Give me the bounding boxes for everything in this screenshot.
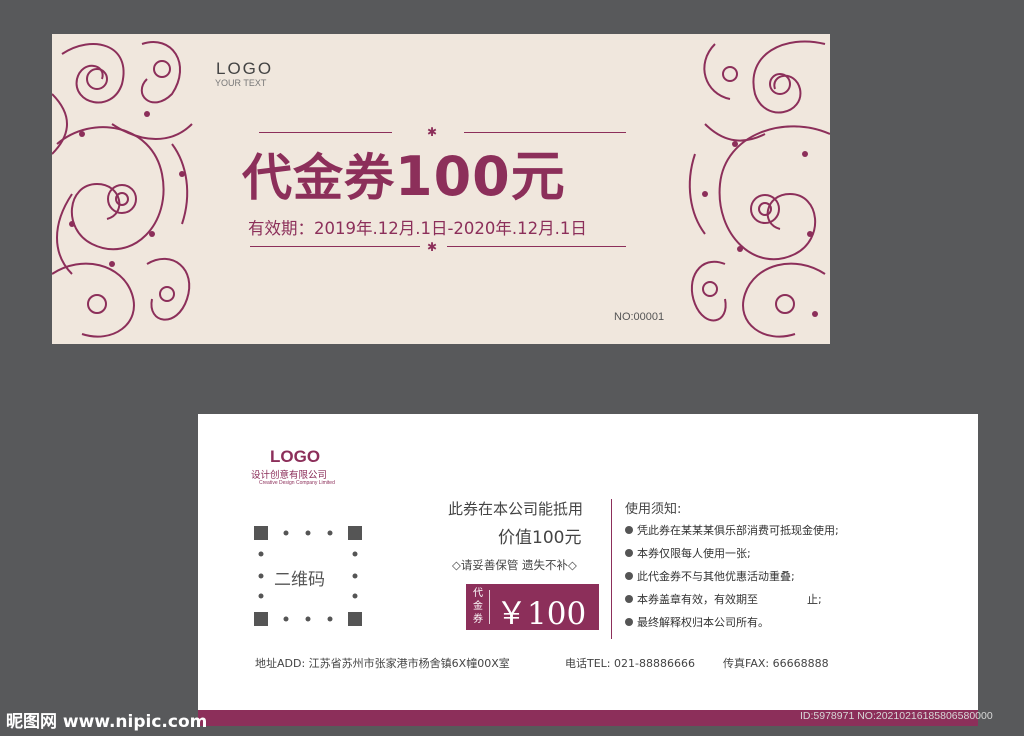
voucher-amount: 100元 bbox=[395, 145, 566, 208]
keep-safe-note: ◇请妥善保管 遗失不补◇ bbox=[452, 558, 577, 572]
usage-notice-item: 本券仅限每人使用一张; bbox=[625, 545, 751, 561]
section-divider bbox=[611, 499, 612, 639]
paisley-ornament-left bbox=[52, 41, 193, 338]
usage-notice-item: 凭此券在某某某俱乐部消费可抵现金使用; bbox=[625, 522, 839, 538]
value-text: 价值100元 bbox=[498, 528, 582, 548]
phone: 电话TEL: 021-88886666 bbox=[565, 657, 695, 670]
voucher-back: LOGO 设计创意有限公司 Creative Design Company Li… bbox=[198, 414, 978, 726]
usage-notice-text: 本券盖章有效，有效期至 止; bbox=[637, 593, 822, 606]
bottom-rule-right bbox=[447, 246, 626, 247]
front-logo-subtitle: YOUR TEXT bbox=[215, 78, 267, 88]
validity-period: 有效期：2019年.12月.1日-2020年.12月.1日 bbox=[248, 219, 587, 238]
back-logo: LOGO bbox=[270, 447, 321, 466]
usage-notice-text: 本券仅限每人使用一张; bbox=[637, 547, 751, 560]
qr-code-label: 二维码 bbox=[274, 570, 325, 590]
usage-notice-item: 本券盖章有效，有效期至 止; bbox=[625, 591, 822, 607]
usage-notice-item: 此代金券不与其他优惠活动重叠; bbox=[625, 568, 795, 584]
amount-badge: 代金券 ￥100 bbox=[466, 584, 599, 632]
bottom-rule-left bbox=[250, 246, 420, 247]
fax: 传真FAX: 66668888 bbox=[723, 657, 829, 670]
serial-number: NO:00001 bbox=[614, 311, 665, 323]
image-id-watermark: ID:5978971 NO:20210216185806580000 bbox=[800, 710, 993, 722]
usage-notice-text: 凭此券在某某某俱乐部消费可抵现金使用; bbox=[637, 524, 839, 537]
company-name: 设计创意有限公司 bbox=[251, 470, 328, 481]
bullet-icon bbox=[625, 595, 633, 603]
badge-amount: ￥100 bbox=[496, 596, 587, 632]
badge-label: 代金券 bbox=[473, 588, 483, 625]
paisley-ornament-right bbox=[688, 40, 830, 338]
bullet-icon bbox=[625, 572, 633, 580]
front-logo: LOGO bbox=[216, 59, 274, 78]
usage-notice-text: 最终解释权归本公司所有。 bbox=[637, 616, 769, 629]
badge-divider bbox=[489, 590, 490, 624]
voucher-front: LOGO YOUR TEXT ✱ 代金券100元 有效期：2019年.12月.1… bbox=[52, 34, 830, 344]
usage-notice-title: 使用须知: bbox=[625, 502, 682, 517]
bullet-icon bbox=[625, 526, 633, 534]
voucher-title-text: 代金券 bbox=[242, 149, 395, 207]
company-name-en: Creative Design Company Limited bbox=[259, 480, 335, 486]
bullet-icon bbox=[625, 549, 633, 557]
voucher-title: 代金券100元 bbox=[242, 132, 566, 211]
usage-notice-item: 最终解释权归本公司所有。 bbox=[625, 614, 769, 630]
star-bottom: ✱ bbox=[427, 240, 438, 254]
usage-notice-text: 此代金券不与其他优惠活动重叠; bbox=[637, 570, 795, 583]
address: 地址ADD: 江苏省苏州市张家港市杨舍镇6X幢00X室 bbox=[255, 657, 510, 670]
site-watermark: 昵图网 www.nipic.com bbox=[6, 712, 208, 732]
bullet-icon bbox=[625, 618, 633, 626]
redeem-text: 此券在本公司能抵用 bbox=[448, 500, 584, 518]
